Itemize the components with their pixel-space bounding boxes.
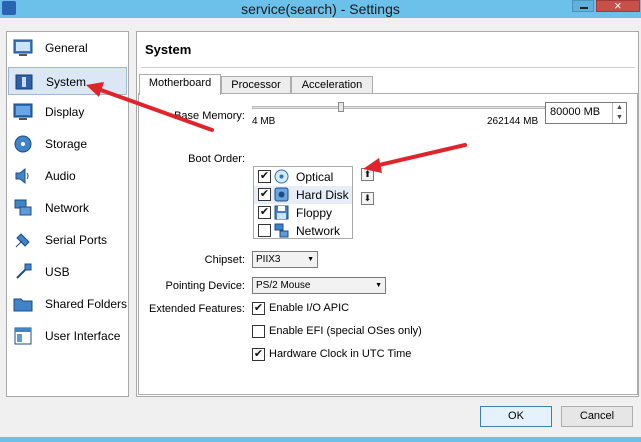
boot-item-label: Hard Disk <box>296 188 349 202</box>
io-apic-checkbox[interactable]: ✔ <box>252 302 265 315</box>
sidebar-item-label: User Interface <box>45 329 121 343</box>
close-button[interactable] <box>596 0 640 13</box>
sidebar-item-general[interactable]: General <box>8 34 127 62</box>
sidebar-item-label: Storage <box>45 137 88 151</box>
boot-item-label: Floppy <box>296 206 333 220</box>
chipset-label: Chipset: <box>204 254 245 266</box>
base-memory-label: Base Memory: <box>174 110 245 122</box>
sidebar-item-storage[interactable]: Storage <box>8 130 127 158</box>
window-title: service(search) - Settings <box>241 1 400 17</box>
base-memory-slider[interactable] <box>252 106 545 109</box>
serial-ports-icon <box>15 233 30 248</box>
general-icon <box>13 39 33 56</box>
extended-features-label: Extended Features: <box>148 303 245 315</box>
motherboard-panel: Base Memory: 4 MB 262144 MB 80000 MB ▲ ▼… <box>138 93 638 395</box>
efi-checkbox[interactable] <box>252 325 265 338</box>
minimize-button[interactable] <box>572 0 594 12</box>
network-boot-icon <box>274 223 289 238</box>
utc-clock-label: Hardware Clock in UTC Time <box>269 348 412 360</box>
window-bottom-border <box>0 437 641 442</box>
base-memory-value: 80000 MB <box>550 106 601 118</box>
boot-order-label: Boot Order: <box>188 153 245 165</box>
window-titlebar: service(search) - Settings <box>0 0 641 18</box>
chipset-value: PIIX3 <box>256 254 281 265</box>
chevron-down-icon: ▼ <box>375 282 382 289</box>
network-icon <box>14 199 32 216</box>
settings-content: System Motherboard Processor Acceleratio… <box>136 31 639 397</box>
system-icon <box>15 74 33 90</box>
shared-folders-icon <box>13 298 33 312</box>
sidebar-item-label: USB <box>45 265 70 279</box>
move-down-button[interactable]: ⬇ <box>361 192 374 205</box>
pointing-device-value: PS/2 Mouse <box>256 280 311 291</box>
display-icon <box>13 103 33 120</box>
sidebar-item-audio[interactable]: Audio <box>8 162 127 190</box>
title-divider <box>141 67 635 68</box>
list-item[interactable]: ✔ Optical <box>254 168 352 186</box>
boot-order-list[interactable]: ✔ Optical ✔ Hard Disk ✔ Floppy Network <box>253 166 353 239</box>
sidebar-item-shared-folders[interactable]: Shared Folders <box>8 290 127 318</box>
ok-button[interactable]: OK <box>480 406 552 427</box>
pointing-device-select[interactable]: PS/2 Mouse ▼ <box>252 277 386 294</box>
base-memory-spin-buttons[interactable]: ▲ ▼ <box>612 103 626 123</box>
sidebar-item-label: Shared Folders <box>45 297 128 311</box>
boot-item-label: Optical <box>296 170 334 184</box>
move-up-button[interactable]: ⬆ <box>361 168 374 181</box>
hard-disk-icon <box>274 187 289 202</box>
sidebar-item-label: System <box>46 75 87 89</box>
optical-disc-icon <box>274 169 289 184</box>
sidebar-item-label: Serial Ports <box>45 233 108 247</box>
tab-motherboard[interactable]: Motherboard <box>139 74 221 95</box>
tab-processor[interactable]: Processor <box>221 76 291 94</box>
chevron-down-icon: ▼ <box>307 256 314 263</box>
chipset-select[interactable]: PIIX3 ▼ <box>252 251 318 268</box>
boot-item-label: Network <box>296 224 341 238</box>
user-interface-icon <box>14 327 32 345</box>
list-item[interactable]: ✔ Hard Disk <box>254 186 352 204</box>
sidebar-item-label: Audio <box>45 169 76 183</box>
sidebar-item-system[interactable]: System <box>8 67 127 95</box>
sidebar-item-usb[interactable]: USB <box>8 258 127 286</box>
cancel-button[interactable]: Cancel <box>561 406 633 427</box>
base-memory-slider-thumb[interactable] <box>338 102 345 112</box>
list-item[interactable]: ✔ Floppy <box>254 204 352 222</box>
efi-label: Enable EFI (special OSes only) <box>269 325 422 337</box>
sidebar-item-display[interactable]: Display <box>8 98 127 126</box>
audio-icon <box>15 167 29 185</box>
sidebar-item-network[interactable]: Network <box>8 194 127 222</box>
sidebar-item-label: Display <box>45 105 85 119</box>
sidebar-item-label: General <box>45 41 88 55</box>
boot-floppy-checkbox[interactable]: ✔ <box>258 206 271 219</box>
spin-down-icon[interactable]: ▼ <box>613 113 626 123</box>
base-memory-min-label: 4 MB <box>252 116 276 127</box>
boot-network-checkbox[interactable] <box>258 224 271 237</box>
storage-icon <box>14 135 32 153</box>
page-title: System <box>145 42 192 57</box>
settings-sidebar: General System Display Storage Audio Net… <box>6 31 129 397</box>
tab-acceleration[interactable]: Acceleration <box>291 76 373 94</box>
usb-icon <box>16 263 32 279</box>
sidebar-item-user-interface[interactable]: User Interface <box>8 322 127 350</box>
sidebar-item-label: Network <box>45 201 90 215</box>
boot-hard-disk-checkbox[interactable]: ✔ <box>258 188 271 201</box>
spin-up-icon[interactable]: ▲ <box>613 103 626 113</box>
io-apic-label: Enable I/O APIC <box>269 302 350 314</box>
boot-optical-checkbox[interactable]: ✔ <box>258 170 271 183</box>
sidebar-item-serial-ports[interactable]: Serial Ports <box>8 226 127 254</box>
utc-clock-checkbox[interactable]: ✔ <box>252 348 265 361</box>
pointing-device-label: Pointing Device: <box>165 280 246 292</box>
floppy-icon <box>274 205 289 220</box>
tab-bar: Motherboard Processor Acceleration <box>137 74 640 95</box>
list-item[interactable]: Network <box>254 222 352 240</box>
base-memory-spinbox[interactable]: 80000 MB ▲ ▼ <box>545 102 627 124</box>
base-memory-max-label: 262144 MB <box>487 116 539 127</box>
